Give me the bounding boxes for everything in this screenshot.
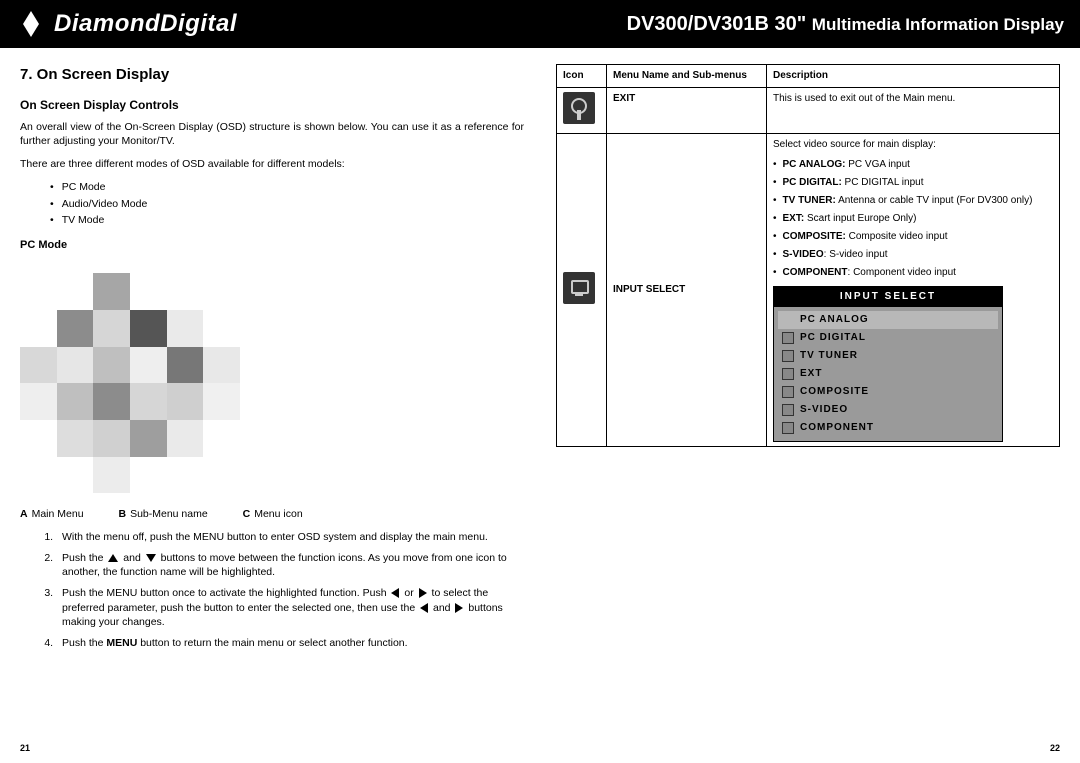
subsection-title: On Screen Display Controls (20, 97, 524, 114)
brand-text: DiamondDigital (54, 10, 237, 38)
modes-intro: There are three different modes of OSD a… (20, 157, 524, 172)
model-title: DV300/DV301B 30" Multimedia Information … (627, 13, 1064, 36)
osd-row-icon (782, 422, 794, 434)
intro-text: An overall view of the On-Screen Display… (20, 120, 524, 149)
step-1: With the menu off, push the MENU button … (56, 530, 524, 545)
input-intro: Select video source for main display: (773, 138, 1053, 152)
input-item: COMPONENT: Component video input (773, 266, 1053, 280)
steps-list: With the menu off, push the MENU button … (56, 530, 524, 651)
osd-row-icon (782, 314, 794, 326)
diamond-logo-icon (16, 9, 46, 39)
step-2: Push the and buttons to move between the… (56, 551, 524, 580)
osd-item: TV TUNER (778, 347, 998, 365)
left-arrow-icon (391, 588, 399, 598)
right-column: Icon Menu Name and Sub-menus Description… (548, 64, 1060, 753)
row-input-select: INPUT SELECT Select video source for mai… (557, 134, 1060, 447)
input-item: PC ANALOG: PC VGA input (773, 158, 1053, 172)
up-arrow-icon (108, 554, 118, 562)
osd-item: PC ANALOG (778, 311, 998, 329)
osd-screenshot-placeholder (20, 273, 240, 493)
page-header: DiamondDigital DV300/DV301B 30" Multimed… (0, 0, 1080, 48)
th-icon: Icon (557, 65, 607, 88)
input-item: S-VIDEO: S-video input (773, 248, 1053, 262)
osd-panel-body: PC ANALOG PC DIGITAL TV TUNER EXT COMPOS… (774, 307, 1002, 441)
input-item: EXT: Scart input Europe Only) (773, 212, 1053, 226)
input-item: PC DIGITAL: PC DIGITAL input (773, 176, 1053, 190)
input-item: COMPOSITE: Composite video input (773, 230, 1053, 244)
osd-row-icon (782, 386, 794, 398)
exit-desc: This is used to exit out of the Main men… (767, 88, 1060, 134)
legend-c: CMenu icon (243, 508, 319, 520)
model-sub: Multimedia Information Display (812, 15, 1064, 34)
pc-mode-title: PC Mode (20, 238, 524, 253)
input-icon-cell (557, 134, 607, 447)
osd-item: S-VIDEO (778, 401, 998, 419)
mode-item: Audio/Video Mode (50, 197, 524, 212)
osd-item: COMPONENT (778, 419, 998, 437)
osd-row-icon (782, 404, 794, 416)
osd-row-icon (782, 332, 794, 344)
exit-name: EXIT (607, 88, 767, 134)
exit-icon (563, 92, 595, 124)
step-3: Push the MENU button once to activate th… (56, 586, 524, 630)
modes-list: PC Mode Audio/Video Mode TV Mode (50, 180, 524, 228)
osd-item: EXT (778, 365, 998, 383)
page-number-left: 21 (20, 743, 30, 753)
osd-item: COMPOSITE (778, 383, 998, 401)
mode-item: TV Mode (50, 213, 524, 228)
osd-panel-title: INPUT SELECT (774, 287, 1002, 307)
model-main: DV300/DV301B 30" (627, 13, 807, 35)
input-item: TV TUNER: Antenna or cable TV input (For… (773, 194, 1053, 208)
osd-menu-table: Icon Menu Name and Sub-menus Description… (556, 64, 1060, 447)
brand-block: DiamondDigital (16, 9, 237, 39)
th-menu: Menu Name and Sub-menus (607, 65, 767, 88)
th-desc: Description (767, 65, 1060, 88)
input-list: PC ANALOG: PC VGA input PC DIGITAL: PC D… (773, 158, 1053, 280)
input-select-icon (563, 272, 595, 304)
page-number-right: 22 (1050, 743, 1060, 753)
legend: AMain Menu BSub-Menu name CMenu icon (20, 507, 524, 522)
mode-item: PC Mode (50, 180, 524, 195)
row-exit: EXIT This is used to exit out of the Mai… (557, 88, 1060, 134)
left-column: 7. On Screen Display On Screen Display C… (20, 64, 524, 753)
legend-b: BSub-Menu name (118, 508, 223, 520)
step-4: Push the MENU button to return the main … (56, 636, 524, 651)
right-arrow-icon (455, 603, 463, 613)
section-title: 7. On Screen Display (20, 64, 524, 85)
input-select-osd-panel: INPUT SELECT PC ANALOG PC DIGITAL TV TUN… (773, 286, 1003, 442)
legend-a: AMain Menu (20, 508, 100, 520)
osd-item: PC DIGITAL (778, 329, 998, 347)
right-arrow-icon (419, 588, 427, 598)
down-arrow-icon (146, 554, 156, 562)
input-desc-cell: Select video source for main display: PC… (767, 134, 1060, 447)
input-name: INPUT SELECT (607, 134, 767, 447)
page-body: 7. On Screen Display On Screen Display C… (0, 48, 1080, 763)
left-arrow-icon (420, 603, 428, 613)
osd-row-icon (782, 368, 794, 380)
exit-icon-cell (557, 88, 607, 134)
osd-row-icon (782, 350, 794, 362)
